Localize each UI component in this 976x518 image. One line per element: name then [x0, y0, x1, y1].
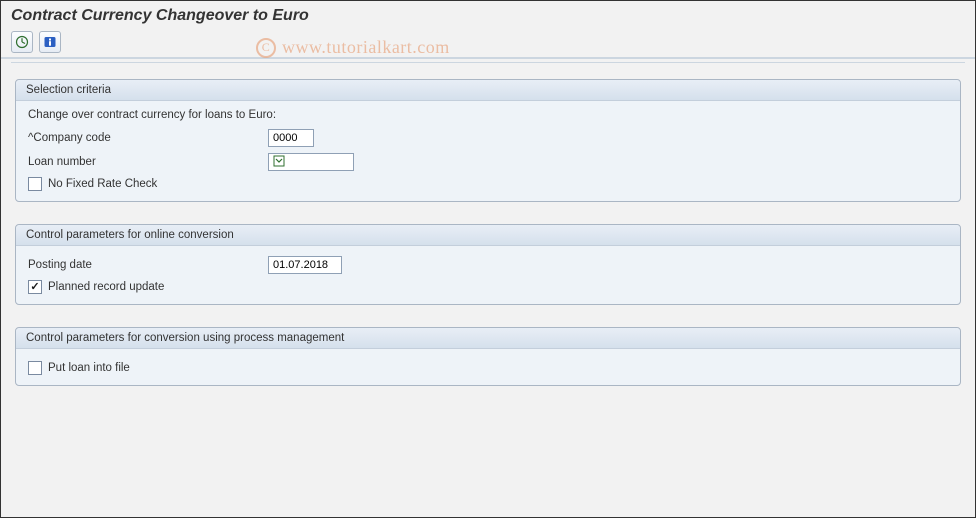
- page-title: Contract Currency Changeover to Euro: [1, 1, 975, 27]
- posting-date-label: Posting date: [28, 259, 268, 271]
- loan-number-input[interactable]: [268, 153, 354, 171]
- groupbox-header: Selection criteria: [16, 80, 960, 101]
- toolbar: [1, 27, 975, 59]
- company-code-label: ^Company code: [28, 132, 268, 144]
- put-loan-into-file-checkbox[interactable]: [28, 361, 42, 375]
- loan-number-label: Loan number: [28, 156, 268, 168]
- search-help-icon: [273, 155, 285, 167]
- put-loan-into-file-label: Put loan into file: [48, 362, 130, 374]
- subtitle-text: Change over contract currency for loans …: [28, 109, 948, 121]
- company-code-input[interactable]: [268, 129, 314, 147]
- no-fixed-rate-label: No Fixed Rate Check: [48, 178, 157, 190]
- planned-record-update-label: Planned record update: [48, 281, 164, 293]
- no-fixed-rate-checkbox[interactable]: [28, 177, 42, 191]
- info-icon: [43, 35, 57, 49]
- groupbox-selection-criteria: Selection criteria Change over contract …: [15, 79, 961, 202]
- planned-record-update-checkbox[interactable]: [28, 280, 42, 294]
- divider: [11, 62, 965, 63]
- groupbox-header: Control parameters for conversion using …: [16, 328, 960, 349]
- clock-execute-icon: [15, 35, 29, 49]
- groupbox-header: Control parameters for online conversion: [16, 225, 960, 246]
- content-area: Selection criteria Change over contract …: [1, 69, 975, 418]
- execute-button[interactable]: [11, 31, 33, 53]
- groupbox-online-conversion: Control parameters for online conversion…: [15, 224, 961, 305]
- info-button[interactable]: [39, 31, 61, 53]
- groupbox-process-management: Control parameters for conversion using …: [15, 327, 961, 386]
- posting-date-input[interactable]: [268, 256, 342, 274]
